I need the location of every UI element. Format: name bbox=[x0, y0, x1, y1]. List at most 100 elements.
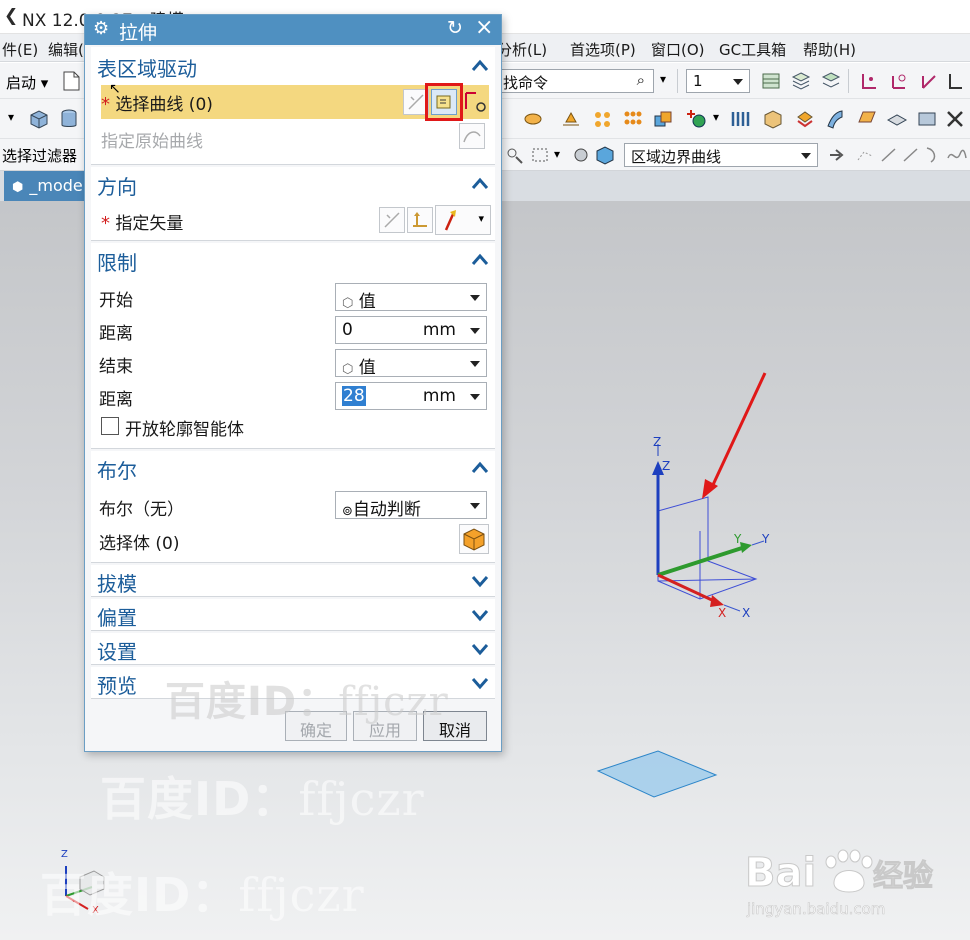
select-by-type-icon[interactable] bbox=[504, 144, 526, 166]
pattern-feature-icon[interactable] bbox=[592, 108, 614, 130]
selection-filter-label[interactable]: 选择过滤器 bbox=[2, 145, 77, 166]
stop-at-intersection-icon[interactable] bbox=[826, 144, 848, 166]
close-icon[interactable]: × bbox=[475, 15, 493, 40]
select-solid-icon[interactable] bbox=[570, 144, 592, 166]
section-settings[interactable]: 设置 bbox=[91, 633, 495, 665]
boolean-combo[interactable]: ⊚自动判断 bbox=[335, 491, 487, 520]
chevron-up-icon[interactable] bbox=[471, 175, 489, 193]
toolbar-separator bbox=[677, 69, 678, 93]
snap-point-icon[interactable] bbox=[946, 70, 968, 92]
menu-gc-toolbox[interactable]: GC工具箱 bbox=[719, 39, 786, 60]
command-search-input[interactable]: 找命令 ⌕ bbox=[496, 69, 654, 93]
chevron-up-icon[interactable] bbox=[471, 57, 489, 75]
section-draft[interactable]: 拔模 bbox=[91, 565, 495, 597]
point-icon[interactable] bbox=[858, 70, 880, 92]
layer-settings-icon[interactable] bbox=[790, 70, 812, 92]
curve-icon[interactable] bbox=[463, 89, 489, 115]
shell-icon[interactable] bbox=[762, 108, 784, 130]
select-body-icon[interactable] bbox=[459, 524, 489, 554]
menu-edit[interactable]: 编辑( bbox=[48, 39, 84, 60]
datum-axis-icon[interactable] bbox=[918, 70, 940, 92]
section-offset[interactable]: 偏置 bbox=[91, 599, 495, 631]
end-mode-combo[interactable]: ⬡ 值 bbox=[335, 349, 487, 378]
start-menu-button[interactable]: 启动 ▾ bbox=[6, 72, 48, 93]
logo-suffix: 经验 bbox=[873, 859, 933, 894]
start-distance-input[interactable]: 0 mm bbox=[335, 316, 487, 344]
layer-icon[interactable] bbox=[760, 70, 782, 92]
chevron-up-icon[interactable] bbox=[471, 459, 489, 477]
vector-dialog-icon[interactable] bbox=[407, 207, 433, 233]
cylinder-icon[interactable] bbox=[58, 108, 80, 130]
move-to-layer-icon[interactable] bbox=[820, 70, 842, 92]
logo-letters: Bai bbox=[745, 850, 816, 896]
render-dropdown-icon[interactable]: ▾ bbox=[8, 110, 14, 124]
datum-csys-icon[interactable] bbox=[888, 70, 910, 92]
unite-icon[interactable] bbox=[652, 108, 674, 130]
menu-help[interactable]: 帮助(H) bbox=[803, 39, 856, 60]
subtract-icon[interactable] bbox=[794, 108, 816, 130]
datum-plane-icon[interactable] bbox=[686, 108, 708, 130]
section-title-settings[interactable]: 设置 bbox=[97, 636, 137, 665]
chevron-down-icon[interactable] bbox=[471, 572, 489, 590]
chevron-down-icon[interactable] bbox=[471, 640, 489, 658]
thicken-icon[interactable] bbox=[886, 108, 908, 130]
section-boolean: 布尔 布尔（无） ⊚自动判断 选择体 (0) bbox=[91, 451, 495, 563]
block-icon[interactable] bbox=[28, 108, 50, 130]
line-2-icon[interactable] bbox=[900, 144, 922, 166]
menu-preferences[interactable]: 首选项(P) bbox=[570, 39, 636, 60]
open-profile-checkbox[interactable] bbox=[101, 417, 119, 435]
section-title-draft[interactable]: 拔模 bbox=[97, 568, 137, 597]
specify-vector-label[interactable]: * 指定矢量 bbox=[101, 209, 183, 234]
sketch-plane[interactable] bbox=[596, 750, 718, 798]
curve-rule-combo[interactable]: 区域边界曲线 bbox=[624, 143, 818, 167]
section-title-drive[interactable]: 表区域驱动 bbox=[97, 53, 197, 82]
chevron-down-icon[interactable] bbox=[471, 606, 489, 624]
selection-dropdown-icon[interactable]: ▾ bbox=[554, 147, 560, 161]
back-chevron-icon[interactable]: ❮ bbox=[4, 6, 18, 26]
pattern-face-icon[interactable] bbox=[622, 108, 644, 130]
menu-file[interactable]: 件(E) bbox=[2, 39, 38, 60]
follow-fillet-icon[interactable] bbox=[854, 144, 876, 166]
delete-body-icon[interactable] bbox=[944, 108, 966, 130]
select-curve-label[interactable]: * 选择曲线 (0) bbox=[101, 90, 213, 115]
original-curve-icon[interactable] bbox=[459, 123, 485, 149]
x-label: X bbox=[718, 606, 727, 620]
section-title-boolean[interactable]: 布尔 bbox=[97, 455, 137, 484]
menu-analysis[interactable]: 分析(L) bbox=[497, 39, 547, 60]
value-icon: ⬡ bbox=[342, 362, 354, 377]
section-title-preview[interactable]: 预览 bbox=[97, 670, 137, 699]
section-title-direction[interactable]: 方向 bbox=[97, 171, 137, 200]
datum-dropdown-icon[interactable]: ▾ bbox=[713, 110, 719, 124]
through-curves-icon[interactable] bbox=[730, 108, 752, 130]
reverse-direction-icon[interactable] bbox=[379, 207, 405, 233]
chevron-down-icon[interactable] bbox=[471, 674, 489, 692]
gear-icon[interactable]: ⚙ bbox=[93, 18, 109, 39]
watermark: 百度ID：ffjczr bbox=[40, 868, 365, 922]
line-icon[interactable] bbox=[878, 144, 900, 166]
section-title-limits[interactable]: 限制 bbox=[97, 247, 137, 276]
spline-icon[interactable] bbox=[946, 144, 968, 166]
offset-face-icon[interactable] bbox=[522, 108, 544, 130]
sweep-icon[interactable] bbox=[824, 108, 846, 130]
start-mode-combo[interactable]: ⬡ 值 bbox=[335, 283, 487, 312]
menu-window[interactable]: 窗口(O) bbox=[651, 39, 705, 60]
rectangle-select-icon[interactable] bbox=[530, 144, 552, 166]
select-body-label: 选择体 (0) bbox=[99, 534, 180, 554]
search-dropdown-icon[interactable]: ▾ bbox=[660, 72, 666, 86]
section-title-offset[interactable]: 偏置 bbox=[97, 602, 137, 631]
extract-face-icon[interactable] bbox=[856, 108, 878, 130]
trim-body-icon[interactable] bbox=[916, 108, 938, 130]
reset-icon[interactable]: ↻ bbox=[447, 17, 463, 39]
x-axis-thin bbox=[723, 604, 741, 612]
end-distance-input[interactable]: 28 mm bbox=[335, 382, 487, 410]
x-label-outer: X bbox=[742, 606, 751, 620]
select-body-icon[interactable] bbox=[594, 144, 616, 166]
count-combo[interactable]: 1 bbox=[686, 69, 750, 93]
arc-icon[interactable] bbox=[922, 144, 944, 166]
dialog-title: 拉伸 bbox=[119, 22, 158, 44]
draft-icon[interactable] bbox=[560, 108, 582, 130]
chevron-up-icon[interactable] bbox=[471, 251, 489, 269]
nx-window: ❮ NX 12.0.0.27 - 建模 件(E) 编辑( 分析(L) 首选项(P… bbox=[0, 0, 970, 940]
new-file-icon[interactable] bbox=[60, 70, 82, 92]
vector-inferred-combo[interactable]: ▾ bbox=[435, 205, 491, 235]
